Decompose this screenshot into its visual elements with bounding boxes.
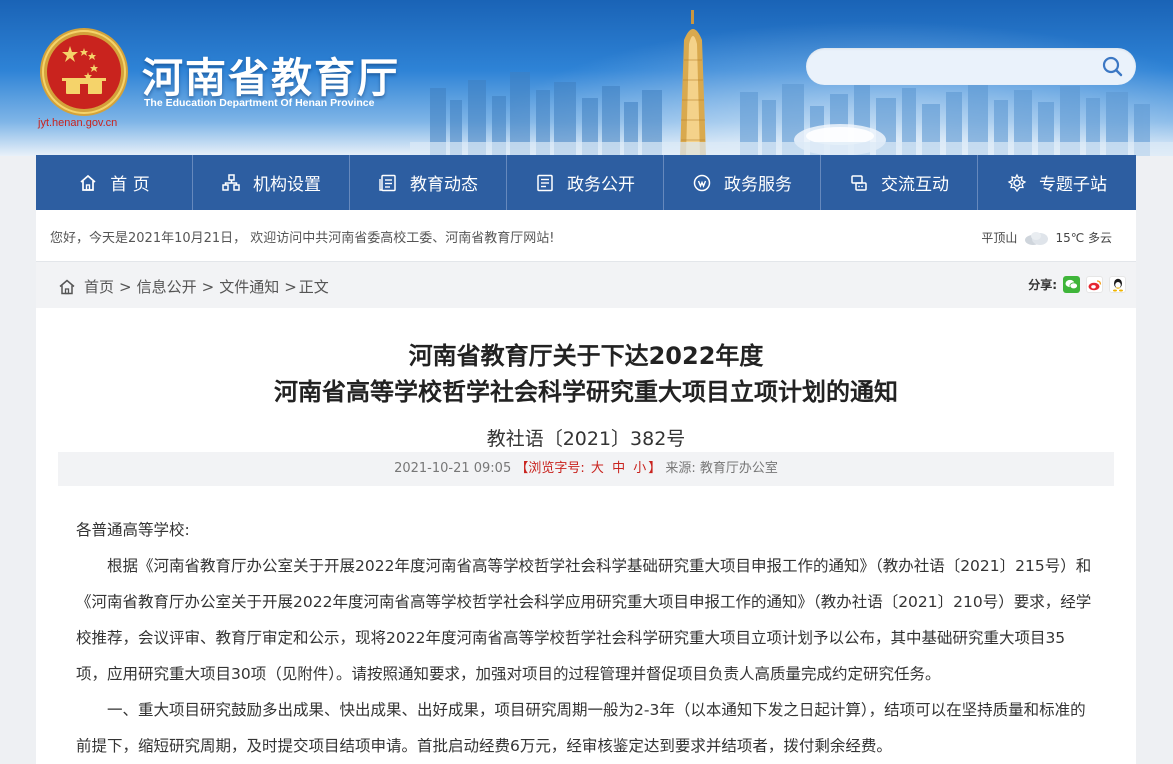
nav-label-home: 首 页	[110, 175, 150, 195]
interact-icon	[851, 174, 867, 191]
nav-item-gov-open[interactable]: 政务公开	[507, 155, 664, 210]
article: 河南省教育厅关于下达2022年度 河南省高等学校哲学社会科学研究重大项目立项计划…	[36, 308, 1136, 764]
breadcrumb-link-info-open[interactable]: 信息公开	[137, 276, 197, 297]
wechat-share-icon[interactable]	[1063, 276, 1080, 293]
qq-share-icon[interactable]	[1109, 276, 1126, 293]
share-bar: 分享:	[1028, 276, 1126, 293]
site-title: 河南省教育厅	[142, 54, 400, 102]
weather-city: 平顶山	[981, 231, 1018, 245]
site-domain: jyt.henan.gov.cn	[38, 117, 118, 129]
nav-label-interact: 交流互动	[881, 175, 949, 195]
news-icon	[379, 174, 396, 191]
breadcrumb-link-notices[interactable]: 文件通知	[219, 276, 279, 297]
nav-item-org[interactable]: 机构设置	[193, 155, 350, 210]
welcome-text: 您好，今天是2021年10月21日， 欢迎访问中共河南省委高校工委、河南省教育厅…	[50, 231, 555, 246]
article-source: 来源: 教育厅办公室	[665, 461, 778, 476]
welcome-bar: 您好，今天是2021年10月21日， 欢迎访问中共河南省委高校工委、河南省教育厅…	[36, 210, 1136, 262]
nav-item-topic[interactable]: 专题子站	[978, 155, 1136, 210]
nav-item-interact[interactable]: 交流互动	[821, 155, 978, 210]
article-title-line2: 河南省高等学校哲学社会科学研究重大项目立项计划的通知	[274, 378, 898, 406]
org-icon	[222, 173, 240, 191]
breadcrumb-separator: >	[284, 277, 297, 296]
weather-widget: 平顶山 15℃ 多云	[981, 229, 1112, 246]
nav-label-gov-open: 政务公开	[567, 175, 635, 195]
service-icon	[693, 174, 711, 191]
nav-item-news[interactable]: 教育动态	[350, 155, 507, 210]
breadcrumb-separator: >	[201, 277, 215, 296]
article-meta-bar: 2021-10-21 09:05 【浏览字号: 大 中 小】 来源: 教育厅办公…	[58, 452, 1114, 486]
nav-label-service: 政务服务	[724, 175, 792, 195]
font-size-small-button[interactable]: 小	[633, 461, 646, 476]
home-icon	[80, 174, 96, 191]
paragraph-2: 一、重大项目研究鼓励多出成果、快出成果、出好成果，项目研究周期一般为2-3年（以…	[76, 701, 1086, 755]
breadcrumb-bar: 首页 > 信息公开 > 文件通知 > 正文 分享:	[36, 262, 1136, 308]
breadcrumb: 首页 > 信息公开 > 文件通知 > 正文	[58, 276, 329, 297]
header-banner: 河南省教育厅 The Education Department Of Henan…	[0, 0, 1173, 156]
main-nav: 首 页 机构设置 教育动态 政务公开 政务服务 交流互动 专题子站	[36, 155, 1136, 210]
cloud-icon	[1025, 231, 1049, 245]
salutation: 各普通高等学校:	[76, 521, 190, 539]
gov-open-icon	[537, 174, 553, 191]
home-icon	[59, 279, 75, 294]
document-number: 教社语〔2021〕382号	[486, 428, 686, 450]
breadcrumb-link-home[interactable]: 首页	[84, 276, 114, 297]
paragraph-1: 根据《河南省教育厅办公室关于开展2022年度河南省高等学校哲学社会科学基础研究重…	[76, 557, 1092, 683]
font-size-large-button[interactable]: 大	[591, 461, 604, 476]
site-subtitle: The Education Department Of Henan Provin…	[144, 97, 375, 109]
search-input[interactable]	[824, 56, 1094, 76]
publish-date: 2021-10-21 09:05	[394, 461, 512, 476]
nav-label-news: 教育动态	[410, 175, 478, 195]
font-size-medium-button[interactable]: 中	[612, 461, 625, 476]
search-box	[806, 48, 1136, 85]
font-size-label: 【浏览字号:	[515, 461, 585, 476]
breadcrumb-separator: >	[119, 277, 132, 296]
topic-icon	[1007, 173, 1027, 192]
article-body: 各普通高等学校: 根据《河南省教育厅办公室关于开展2022年度河南省高等学校哲学…	[76, 512, 1096, 764]
weibo-share-icon[interactable]	[1086, 276, 1103, 293]
font-size-end: 】	[648, 461, 662, 476]
weather-desc: 15℃ 多云	[1055, 231, 1112, 245]
national-emblem	[40, 28, 128, 116]
search-icon[interactable]	[1100, 54, 1126, 80]
article-title-line1: 河南省教育厅关于下达2022年度	[408, 342, 764, 370]
nav-label-org: 机构设置	[253, 175, 321, 195]
share-label: 分享:	[1028, 278, 1057, 292]
font-size-switcher: 【浏览字号: 大 中 小】	[515, 461, 661, 476]
nav-label-topic: 专题子站	[1039, 175, 1107, 195]
breadcrumb-current: 正文	[298, 278, 329, 296]
nav-item-home[interactable]: 首 页	[36, 155, 193, 210]
nav-item-service[interactable]: 政务服务	[664, 155, 821, 210]
